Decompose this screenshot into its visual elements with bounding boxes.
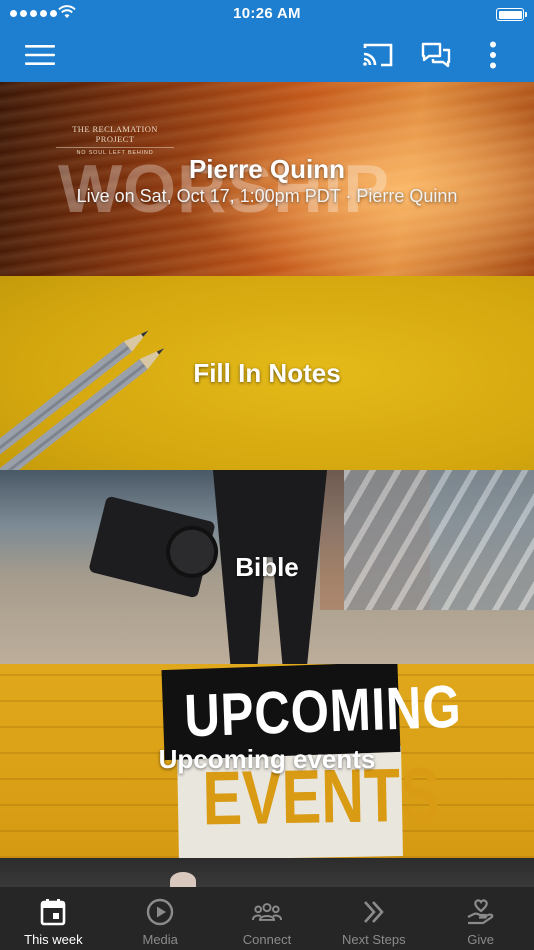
- tile-partial-next[interactable]: [0, 858, 534, 887]
- tab-label: Next Steps: [341, 932, 406, 947]
- tab-connect[interactable]: Connect: [214, 887, 321, 950]
- tab-give[interactable]: Give: [427, 887, 534, 950]
- chat-icon: [421, 42, 451, 68]
- tab-this-week[interactable]: This week: [0, 887, 107, 950]
- tile-bible[interactable]: Bible: [0, 470, 534, 664]
- hand-heart-icon: [467, 899, 493, 925]
- partial-image: [170, 872, 196, 887]
- upcoming-sign-text: UPCOMING: [183, 672, 463, 750]
- tile-fill-in-notes[interactable]: Fill In Notes: [0, 276, 534, 470]
- double-chevron-right-icon: [363, 901, 384, 923]
- tab-media[interactable]: Media: [107, 887, 214, 950]
- app-bar: [0, 28, 534, 82]
- cast-button[interactable]: [361, 38, 395, 72]
- calendar-icon: [41, 899, 66, 926]
- group-icon: [251, 903, 282, 921]
- brand-name: THE RECLAMATION PROJECT: [72, 124, 158, 144]
- hamburger-menu-icon: [25, 45, 55, 65]
- tile-upcoming-events[interactable]: EVENTS UPCOMING Upcoming events: [0, 664, 534, 858]
- status-time: 10:26 AM: [233, 5, 301, 22]
- menu-button[interactable]: [23, 38, 57, 72]
- status-bar: 10:26 AM: [0, 0, 534, 28]
- tile-live-worship[interactable]: THE RECLAMATION PROJECT NO SOUL LEFT BEH…: [0, 82, 534, 276]
- tile-title: Pierre Quinn: [188, 154, 346, 184]
- content-feed: THE RECLAMATION PROJECT NO SOUL LEFT BEH…: [0, 82, 534, 887]
- tab-label: Media: [142, 932, 178, 947]
- more-vertical-icon: [490, 41, 496, 69]
- tab-next-steps[interactable]: Next Steps: [320, 887, 427, 950]
- bottom-tab-bar: This week Media Connect Next Steps Give: [0, 887, 534, 950]
- tile-subtitle: Live on Sat, Oct 17, 1:00pm PDT · Pierre…: [76, 186, 458, 206]
- tile-title: Upcoming events: [158, 744, 376, 774]
- tile-title: Bible: [235, 552, 299, 582]
- tab-label: Give: [467, 932, 494, 947]
- more-options-button[interactable]: [476, 38, 510, 72]
- tab-label: This week: [24, 932, 83, 947]
- chat-button[interactable]: [419, 38, 453, 72]
- background-stairs: [344, 470, 534, 610]
- battery-icon: [496, 8, 527, 21]
- play-circle-icon: [146, 898, 174, 926]
- tile-title: Fill In Notes: [193, 358, 341, 388]
- tab-label: Connect: [242, 932, 292, 947]
- cast-icon: [363, 43, 393, 67]
